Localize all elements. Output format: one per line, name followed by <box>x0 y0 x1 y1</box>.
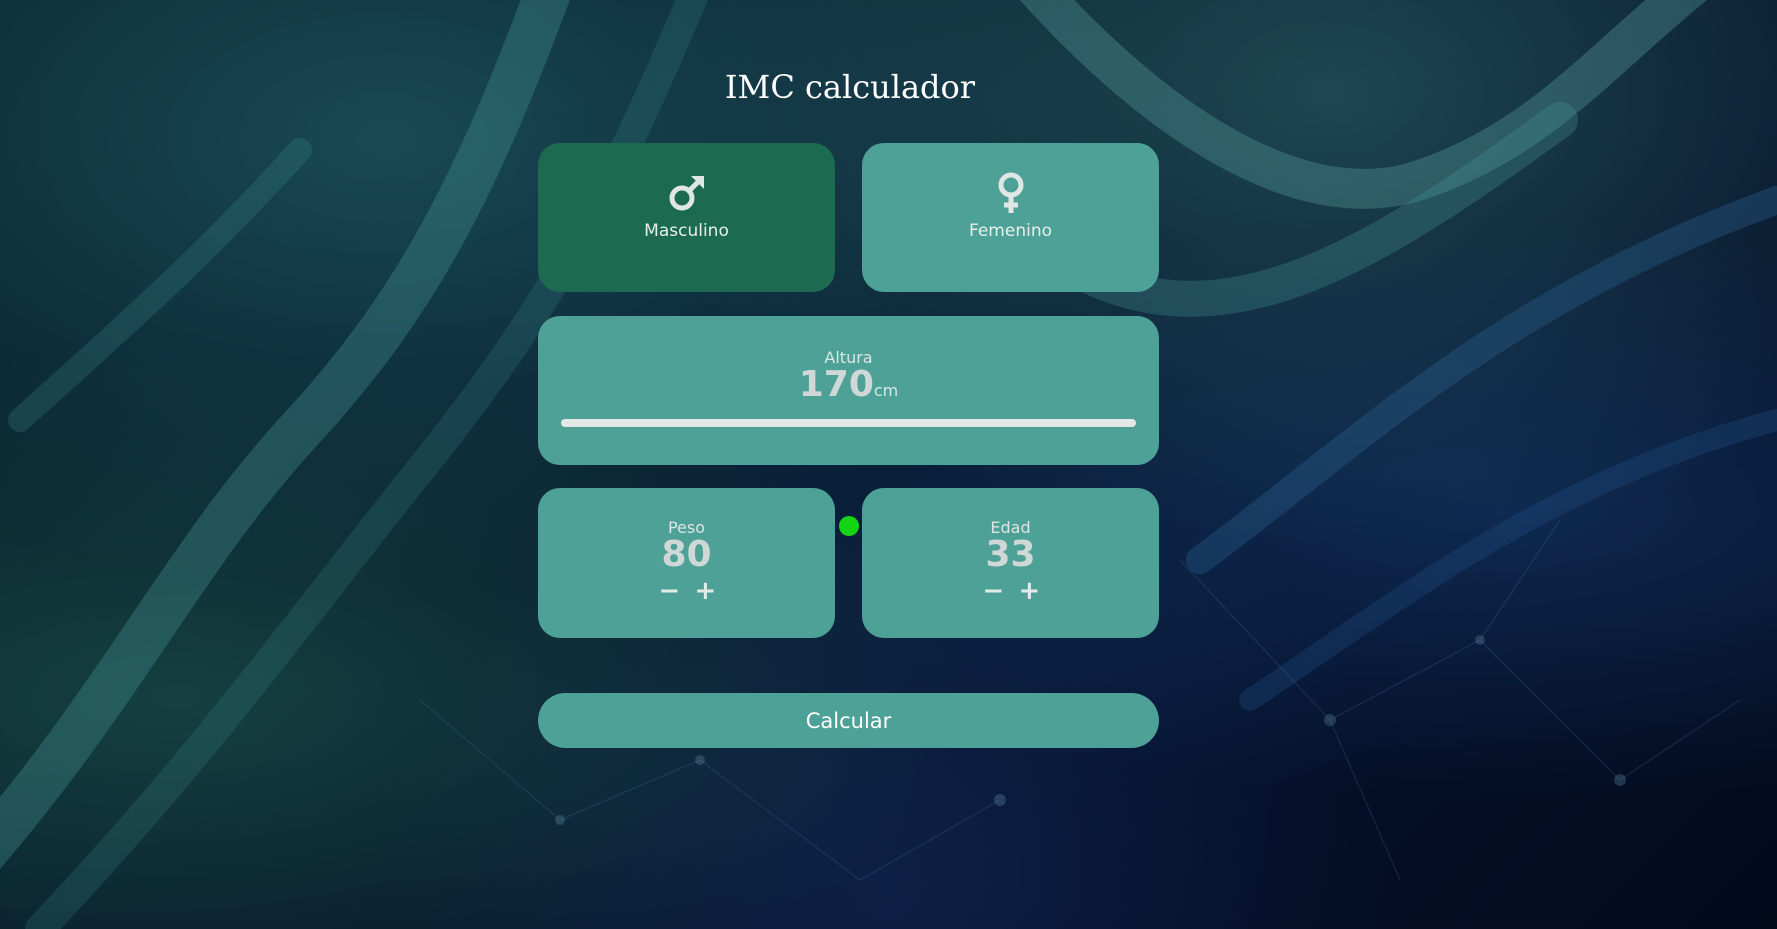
male-symbol-icon <box>669 176 704 211</box>
age-stepper: − + <box>862 578 1159 604</box>
weight-decrement-button[interactable]: − <box>659 578 681 604</box>
weight-card: Peso 80 − + <box>538 488 835 638</box>
age-increment-button[interactable]: + <box>1019 578 1041 604</box>
page-title: IMC calculador <box>724 68 976 106</box>
height-card: Altura 170cm <box>538 316 1159 536</box>
weight-stepper: − + <box>538 578 835 604</box>
gender-male-label: Masculino <box>644 221 729 241</box>
gender-female-card[interactable]: Femenino <box>862 143 1159 292</box>
weight-value: 80 <box>661 534 712 575</box>
height-readout: 170cm <box>538 367 1159 403</box>
age-value: 33 <box>985 534 1036 575</box>
height-value: 170 <box>798 364 874 405</box>
height-slider-thumb[interactable] <box>838 516 859 536</box>
calculate-button[interactable]: Calcular <box>538 693 1159 748</box>
age-card: Edad 33 − + <box>862 488 1159 638</box>
height-unit: cm <box>873 381 899 400</box>
female-symbol-icon <box>998 172 1023 213</box>
gender-male-card[interactable]: Masculino <box>538 143 835 292</box>
age-decrement-button[interactable]: − <box>983 578 1005 604</box>
gender-female-label: Femenino <box>969 221 1052 241</box>
height-slider-track[interactable] <box>561 419 1136 536</box>
weight-increment-button[interactable]: + <box>695 578 717 604</box>
